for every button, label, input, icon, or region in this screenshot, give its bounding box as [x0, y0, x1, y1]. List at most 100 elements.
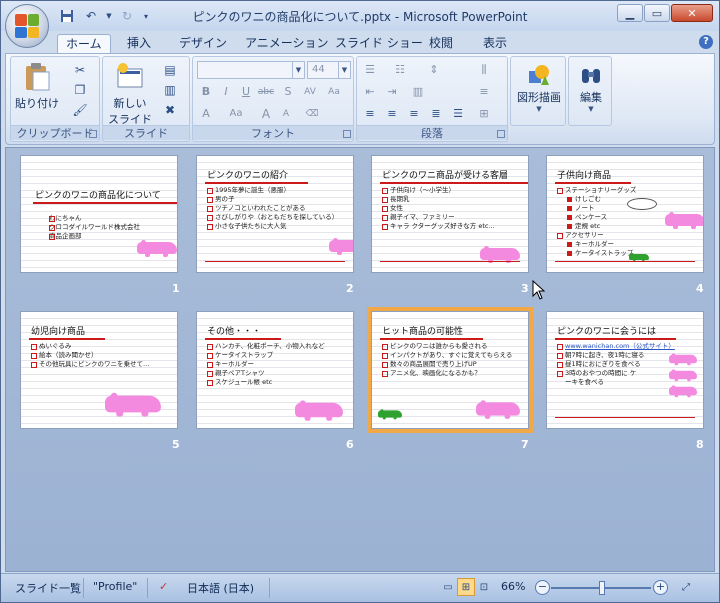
- drawing-group: 図形描画 ▼: [510, 56, 566, 126]
- bold-button[interactable]: B: [197, 83, 215, 101]
- zoom-in-button[interactable]: +: [653, 580, 668, 595]
- sub-bullet: ケータイストラップ: [557, 249, 636, 258]
- editing-label: 編集: [580, 91, 602, 104]
- slideshow-view-button[interactable]: ⊡: [475, 578, 493, 596]
- tab-design[interactable]: デザイン: [171, 34, 235, 54]
- theme-name[interactable]: "Profile": [93, 580, 137, 593]
- shrink-font-button[interactable]: A: [277, 105, 295, 123]
- columns-button[interactable]: ▥: [409, 83, 427, 101]
- reset-icon[interactable]: ▥: [161, 81, 179, 99]
- align-right-button[interactable]: ≡: [405, 105, 423, 123]
- grow-font-button[interactable]: A: [257, 105, 275, 123]
- tab-home[interactable]: ホーム: [57, 34, 111, 54]
- slide-line: クロコダイルワールド株式会社: [49, 223, 140, 231]
- align-text-button[interactable]: ≡: [475, 83, 493, 101]
- slide-thumbnail-5[interactable]: 幼児向け商品 ぬいぐるみ 絵本（読み聞かせ） その他玩具にピンクのワニを乗せて…: [20, 311, 178, 429]
- tab-animations[interactable]: アニメーション: [237, 34, 337, 54]
- shadow-button[interactable]: S: [279, 83, 297, 101]
- distributed-button[interactable]: ☰: [449, 105, 467, 123]
- font-style-button[interactable]: Aa: [227, 105, 245, 123]
- format-painter-icon[interactable]: 🖌: [71, 101, 89, 119]
- numbering-button[interactable]: ☷: [391, 61, 409, 79]
- delete-slide-icon[interactable]: ✖: [161, 101, 179, 119]
- language-indicator[interactable]: 日本語 (日本): [187, 580, 254, 596]
- slide-title: ヒット商品の可能性: [379, 324, 484, 340]
- bullet: ピンクのワニは誰からも愛される: [382, 342, 512, 351]
- bullet: キーホルダー: [207, 360, 325, 369]
- slide-thumbnail-6[interactable]: その他・・・ ハンカチ、化粧ポーチ、小物入れなど ケータイストラップ キーホルダ…: [196, 311, 354, 429]
- font-name-combo[interactable]: ▼: [197, 61, 305, 79]
- tab-view[interactable]: 表示: [475, 34, 515, 54]
- slide-title: その他・・・: [204, 324, 282, 340]
- char-spacing-button[interactable]: AV: [301, 83, 319, 101]
- slide-footer-line: [205, 261, 345, 262]
- zoom-level[interactable]: 66%: [501, 580, 525, 593]
- underline-button[interactable]: U: [237, 83, 255, 101]
- normal-view-button[interactable]: ▭: [439, 578, 457, 596]
- smartart-button[interactable]: ⊞: [475, 105, 493, 123]
- change-case-button[interactable]: Aa: [325, 83, 343, 101]
- bullet: ぬいぐるみ: [31, 342, 150, 351]
- line-spacing-button[interactable]: ⇕: [425, 61, 443, 79]
- justify-button[interactable]: ≣: [427, 105, 445, 123]
- slide-thumbnail-7[interactable]: ヒット商品の可能性 ピンクのワニは誰からも愛される インパクトがあり、すぐに覚え…: [367, 307, 533, 433]
- clear-format-button[interactable]: ⌫: [303, 105, 321, 123]
- bullets-button[interactable]: ☰: [361, 61, 379, 79]
- zoom-slider-thumb[interactable]: [599, 581, 606, 595]
- strikethrough-button[interactable]: abc: [257, 83, 275, 101]
- office-button[interactable]: [5, 4, 49, 48]
- window-controls: ▁ ▭ ✕: [617, 4, 713, 22]
- help-icon[interactable]: ?: [699, 35, 713, 49]
- zoom-out-button[interactable]: −: [535, 580, 550, 595]
- clipboard-group: 貼り付け ✂ ❐ 🖌 クリップボード: [10, 56, 100, 142]
- slide-sorter: ピンクのワニの商品化について わにちゃん クロコダイルワールド株式会社 商品企画…: [5, 147, 715, 572]
- tab-review[interactable]: 校閲: [421, 34, 461, 54]
- bullet: その他玩具にピンクのワニを乗せて…: [31, 360, 150, 369]
- slide-bullets: ハンカチ、化粧ポーチ、小物入れなど ケータイストラップ キーホルダー 親子ペアT…: [207, 342, 325, 387]
- bullet: 絵本（読み聞かせ）: [31, 351, 150, 360]
- italic-button[interactable]: I: [217, 83, 235, 101]
- slide-thumbnail-8[interactable]: ピンクのワニに会うには www.wanichan.com（公式サイト） 朝7時に…: [546, 311, 704, 429]
- slide-sorter-view-button[interactable]: ⊞: [457, 578, 475, 596]
- cut-icon[interactable]: ✂: [71, 61, 89, 79]
- bullet: ケータイストラップ: [207, 351, 325, 360]
- close-button[interactable]: ✕: [671, 4, 713, 22]
- bullet: アクセサリー: [557, 231, 636, 240]
- maximize-button[interactable]: ▭: [644, 4, 670, 22]
- bullet: ツチノコといわれたことがある: [207, 204, 338, 213]
- minimize-button[interactable]: ▁: [617, 4, 643, 22]
- font-launcher-icon[interactable]: [343, 130, 351, 138]
- align-center-button[interactable]: ≡: [383, 105, 401, 123]
- copy-icon[interactable]: ❐: [71, 81, 89, 99]
- slide-number: 7: [521, 438, 529, 451]
- new-slide-button[interactable]: 新しい スライド: [107, 61, 153, 127]
- paste-button[interactable]: 貼り付け: [15, 61, 59, 111]
- font-size-combo[interactable]: 44 ▼: [307, 61, 351, 79]
- editing-group: 編集 ▼: [568, 56, 612, 126]
- slide-number: 4: [696, 282, 704, 295]
- slide-thumbnail-4[interactable]: 子供向け商品 ステーショナリーグッズ けしごむ ノート ペンケース 定規 etc…: [546, 155, 704, 273]
- slide-thumbnail-2[interactable]: ピンクのワニの紹介 1995年夢に誕生（悪服） 男の子 ツチノコといわれたことが…: [196, 155, 354, 273]
- tab-slideshow[interactable]: スライド ショー: [327, 34, 431, 54]
- clipboard-launcher-icon[interactable]: [89, 130, 97, 138]
- text-direction-button[interactable]: ⫼: [475, 61, 493, 79]
- font-color-button[interactable]: A: [197, 105, 215, 123]
- drawing-button[interactable]: 図形描画 ▼: [513, 63, 565, 113]
- editing-button[interactable]: 編集 ▼: [571, 63, 611, 113]
- spellcheck-icon[interactable]: ✓: [159, 580, 168, 593]
- bullet: スケジュール帳 etc: [207, 378, 325, 387]
- align-left-button[interactable]: ≡: [361, 105, 379, 123]
- slide-thumbnail-1[interactable]: ピンクのワニの商品化について わにちゃん クロコダイルワールド株式会社 商品企画…: [20, 155, 178, 273]
- slide-title: 幼児向け商品: [28, 324, 106, 340]
- paragraph-launcher-icon[interactable]: [497, 130, 505, 138]
- tab-insert[interactable]: 挿入: [119, 34, 159, 54]
- fit-to-window-icon[interactable]: ⤢: [677, 578, 695, 596]
- slide-bullets: ぬいぐるみ 絵本（読み聞かせ） その他玩具にピンクのワニを乗せて…: [31, 342, 150, 369]
- slide-subtitle: わにちゃん クロコダイルワールド株式会社 商品企画部: [49, 214, 140, 241]
- paragraph-group-label: 段落: [357, 125, 507, 140]
- increase-indent-button[interactable]: ⇥: [383, 83, 401, 101]
- decrease-indent-button[interactable]: ⇤: [361, 83, 379, 101]
- bullet-link[interactable]: www.wanichan.com（公式サイト）: [557, 342, 675, 351]
- slide-thumbnail-3[interactable]: ピンクのワニ商品が受ける客層 子供向け（～小学生） 長期乳 女性 親子イマ、ファ…: [371, 155, 529, 273]
- layout-icon[interactable]: ▤: [161, 61, 179, 79]
